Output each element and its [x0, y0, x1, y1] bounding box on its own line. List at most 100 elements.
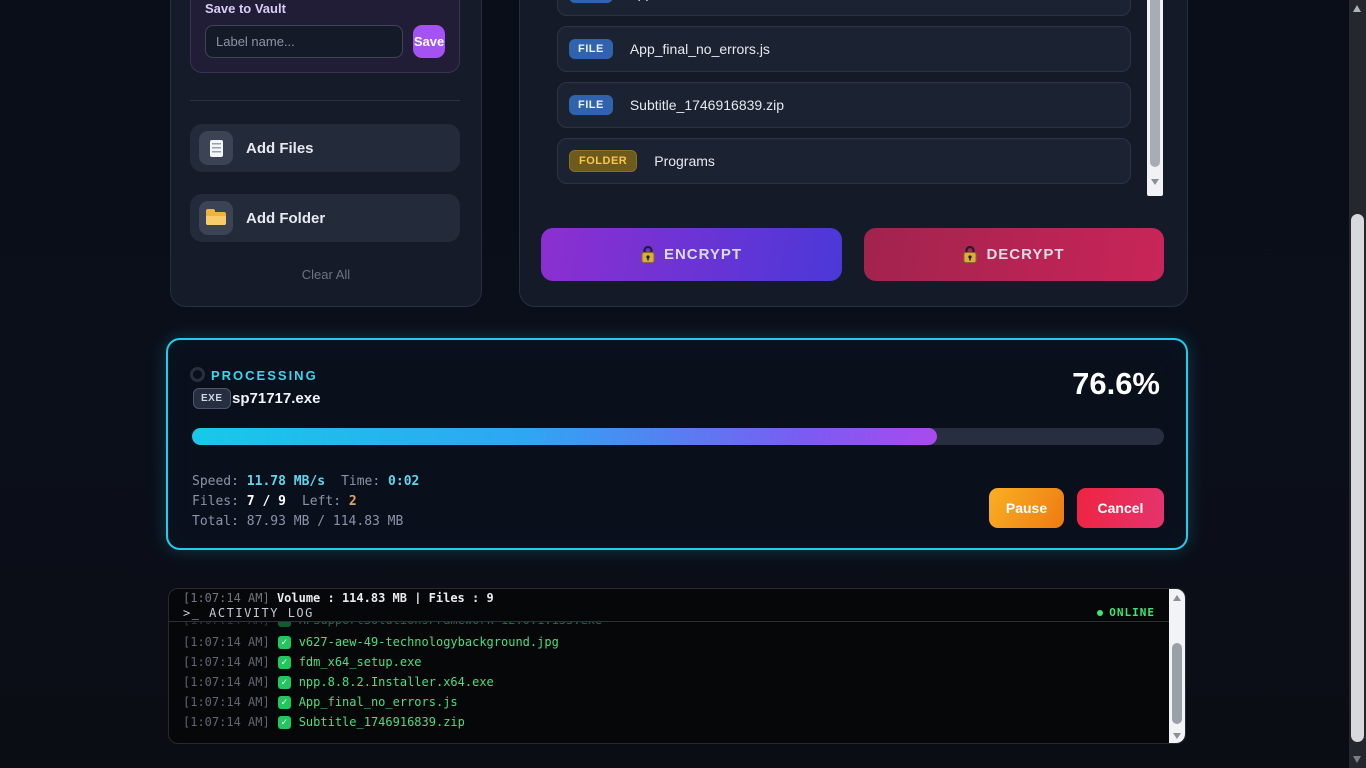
file-type-badge: FILE: [569, 0, 613, 3]
pause-button[interactable]: Pause: [989, 488, 1064, 528]
folder-icon-box: [199, 201, 233, 235]
add-folder-button[interactable]: Add Folder: [190, 194, 460, 242]
activity-log-title: >_ ACTIVITY LOG: [183, 605, 314, 620]
online-status-badge: ONLINE: [1097, 606, 1155, 619]
stats-line-2: Files: 7 / 9 Left: 2: [192, 492, 435, 512]
file-name: App_final_no_errors.js: [629, 41, 770, 57]
scroll-up-arrow-icon[interactable]: [1173, 595, 1181, 601]
check-icon: ✓: [277, 635, 291, 649]
log-entry: [1:07:14 AM] ✓ npp.8.8.2.Installer.x64.e…: [183, 675, 494, 689]
log-entry-time: [1:07:14 AM]: [183, 695, 270, 709]
online-label: ONLINE: [1109, 606, 1155, 619]
log-entry: [1:07:14 AM] ✓ v627-aew-49-technologybac…: [183, 635, 559, 649]
decrypt-button[interactable]: DECRYPT: [864, 228, 1164, 281]
log-entry: [1:07:14 AM] ✓ fdm_x64_setup.exe: [183, 655, 422, 669]
total-label: Total:: [192, 514, 239, 529]
scroll-down-arrow-icon[interactable]: [1151, 179, 1159, 185]
file-list-scrollbar-thumb[interactable]: [1150, 0, 1160, 167]
clear-all-button[interactable]: Clear All: [171, 267, 481, 282]
processing-status: PROCESSING: [211, 368, 318, 383]
log-entry-time: [1:07:14 AM]: [183, 635, 270, 649]
save-to-vault-card: Save to Vault Save: [190, 0, 460, 73]
check-icon: ✓: [277, 695, 291, 709]
file-type-badge: FOLDER: [569, 150, 638, 172]
file-list-row[interactable]: FILE Subtitle_1746916839.zip: [557, 82, 1131, 128]
log-entry-time: [1:07:14 AM]: [183, 675, 270, 689]
log-entry-name: fdm_x64_setup.exe: [298, 655, 422, 669]
progress-percent: 76.6%: [1072, 366, 1160, 401]
online-dot-icon: [1097, 609, 1104, 616]
file-type-badge: EXE: [193, 388, 231, 409]
time-value: 0:02: [388, 474, 420, 489]
file-name: Programs: [654, 153, 715, 169]
log-summary-text: Volume : 114.83 MB | Files : 9: [276, 591, 494, 605]
log-entry-name: Subtitle_1746916839.zip: [298, 715, 465, 729]
file-list-row[interactable]: FOLDER Programs: [557, 138, 1131, 184]
log-summary-line: [1:07:14 AM] Volume : 114.83 MB | Files …: [183, 591, 494, 605]
stats-line-3: Total: 87.93 MB / 114.83 MB: [192, 512, 435, 532]
add-files-button[interactable]: Add Files: [190, 124, 460, 172]
file-type-badge: FILE: [569, 95, 613, 115]
file-list: FILE npp.8.8.2.Installer.x64.exe FILE Ap…: [557, 0, 1131, 184]
log-scrollbar-thumb[interactable]: [1172, 643, 1182, 724]
document-icon: [209, 139, 223, 157]
total-value: 87.93 MB / 114.83 MB: [246, 514, 404, 529]
page-scrollbar[interactable]: [1349, 0, 1366, 768]
encrypt-label: ENCRYPT: [663, 246, 743, 263]
file-queue-panel: FILE npp.8.8.2.Installer.x64.exe FILE Ap…: [519, 0, 1188, 307]
progress-bar-track: [192, 428, 1164, 445]
check-icon: ✓: [277, 675, 291, 689]
check-icon: ✓: [277, 655, 291, 669]
scroll-up-arrow-icon[interactable]: [1353, 5, 1361, 12]
add-folder-label: Add Folder: [246, 209, 326, 227]
log-entry-name: App_final_no_errors.js: [298, 695, 458, 709]
encrypt-button[interactable]: ENCRYPT: [541, 228, 842, 281]
log-entry-name: v627-aew-49-technologybackground.jpg: [298, 635, 559, 649]
log-summary-time: [1:07:14 AM]: [183, 591, 270, 605]
log-entry-name: npp.8.8.2.Installer.x64.exe: [298, 675, 494, 689]
processing-panel: PROCESSING EXE sp71717.exe 76.6% Speed: …: [166, 338, 1188, 550]
log-entry-time: [1:07:14 AM]: [183, 715, 270, 729]
files-value: 7 / 9: [246, 494, 286, 509]
save-button[interactable]: Save: [413, 25, 445, 58]
speed-value: 11.78 MB/s: [246, 474, 326, 489]
stats-line-1: Speed: 11.78 MB/s Time: 0:02: [192, 472, 435, 492]
log-entry: [1:07:14 AM] ✓ App_final_no_errors.js: [183, 695, 458, 709]
file-name: npp.8.8.2.Installer.x64.exe: [630, 0, 793, 1]
file-list-scrollbar[interactable]: [1147, 0, 1163, 196]
progress-fill: [192, 428, 937, 445]
activity-log-header: >_ ACTIVITY LOG ONLINE: [169, 604, 1169, 622]
lock-icon: [963, 246, 977, 263]
left-value: 2: [348, 494, 357, 509]
file-list-row[interactable]: FILE App_final_no_errors.js: [557, 26, 1131, 72]
log-entry-time: [1:07:14 AM]: [183, 655, 270, 669]
vault-label-input[interactable]: [205, 25, 403, 58]
log-scrollbar[interactable]: [1169, 589, 1185, 743]
decrypt-label: DECRYPT: [986, 246, 1065, 263]
file-type-badge: FILE: [569, 39, 613, 59]
cancel-button[interactable]: Cancel: [1077, 488, 1164, 528]
page-scrollbar-thumb[interactable]: [1351, 214, 1364, 742]
vault-input-row: Save: [205, 25, 445, 58]
speed-label: Speed:: [192, 474, 239, 489]
folder-icon: [206, 208, 226, 225]
lock-icon: [641, 246, 655, 263]
check-icon: ✓: [277, 715, 291, 729]
file-name: Subtitle_1746916839.zip: [629, 97, 784, 113]
scroll-down-arrow-icon[interactable]: [1353, 756, 1361, 763]
add-files-label: Add Files: [246, 139, 314, 157]
processing-file-name: sp71717.exe: [232, 390, 321, 407]
vault-title: Save to Vault: [205, 1, 286, 16]
spinner-icon: [190, 367, 205, 382]
log-entry: [1:07:14 AM] ✓ Subtitle_1746916839.zip: [183, 715, 465, 729]
scroll-down-arrow-icon[interactable]: [1173, 733, 1181, 739]
activity-log-panel: [1:07:14 AM] Volume : 114.83 MB | Files …: [168, 588, 1186, 744]
time-label: Time:: [341, 474, 381, 489]
processing-stats: Speed: 11.78 MB/s Time: 0:02 Files: 7 / 9…: [192, 472, 435, 532]
left-sidebar-panel: Save to Vault Save Add Files Add Folder …: [170, 0, 482, 307]
file-list-row[interactable]: FILE npp.8.8.2.Installer.x64.exe: [557, 0, 1131, 16]
app-root: Save to Vault Save Add Files Add Folder …: [0, 0, 1366, 768]
file-icon-box: [199, 131, 233, 165]
divider: [190, 100, 460, 101]
left-label: Left:: [301, 494, 342, 509]
